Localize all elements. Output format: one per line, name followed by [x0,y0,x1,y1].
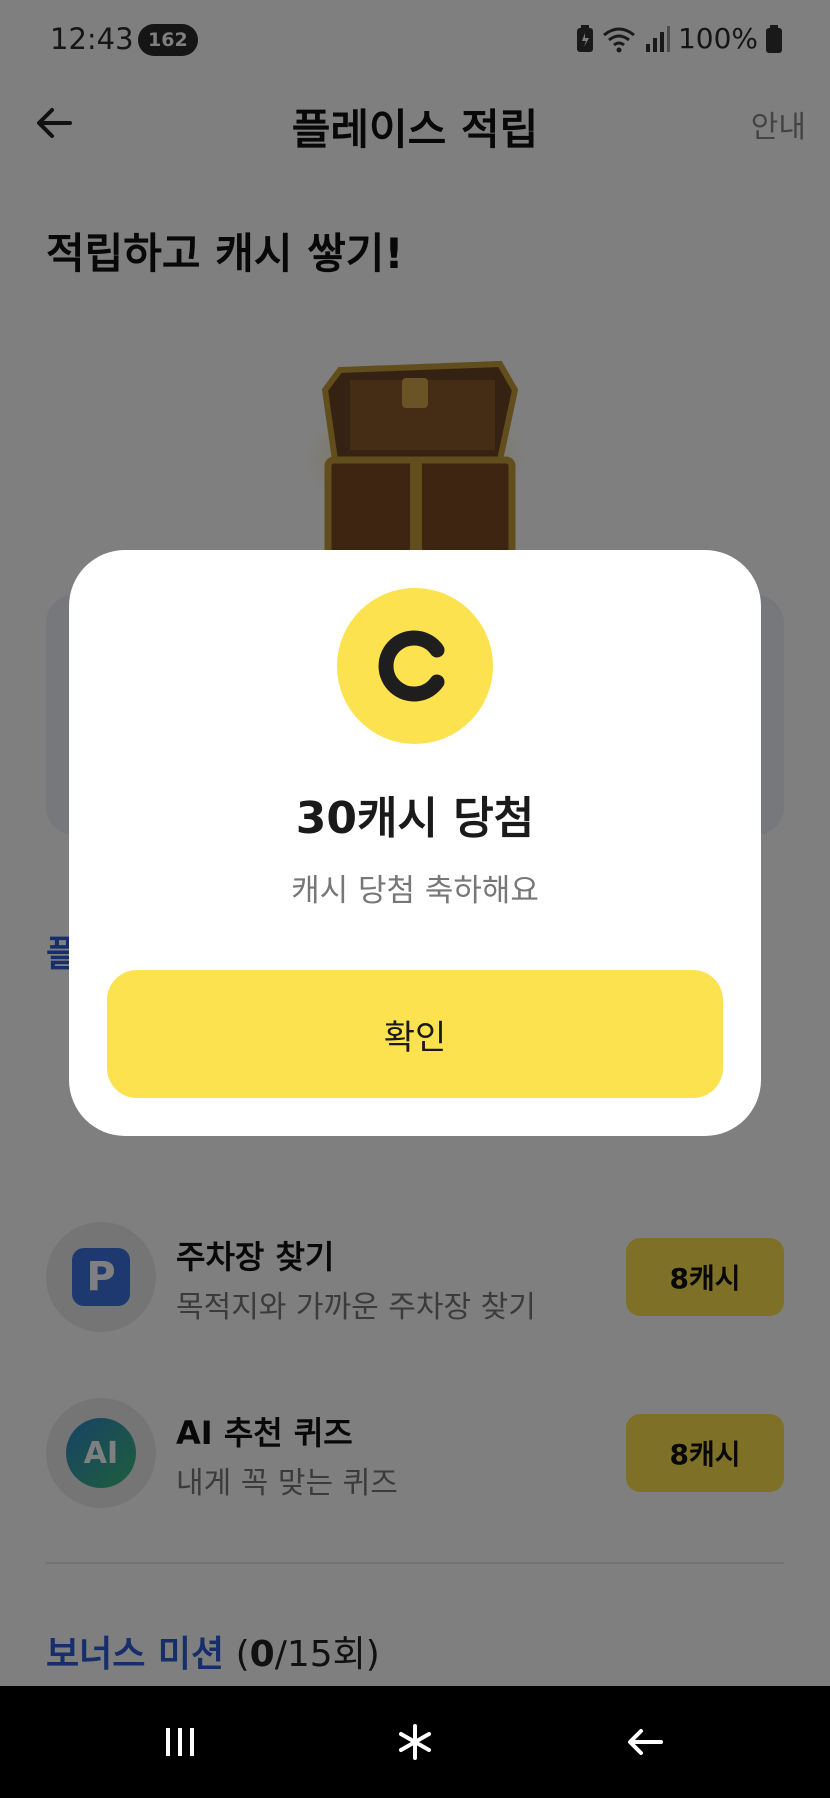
recent-apps-button[interactable] [150,1714,210,1770]
home-asterisk-icon [399,1724,431,1760]
system-nav-bar [0,1686,830,1798]
back-nav-button[interactable] [615,1714,675,1770]
modal-title: 30캐시 당첨 [295,793,535,844]
reward-modal: 30캐시 당첨 캐시 당첨 축하해요 확인 [69,550,761,1136]
cash-coin-icon [337,588,493,744]
confirm-button[interactable]: 확인 [107,970,723,1098]
home-button[interactable] [385,1714,445,1770]
modal-subtitle: 캐시 당첨 축하해요 [291,873,539,909]
recent-apps-icon [166,1728,194,1756]
back-arrow-icon [628,1729,663,1755]
